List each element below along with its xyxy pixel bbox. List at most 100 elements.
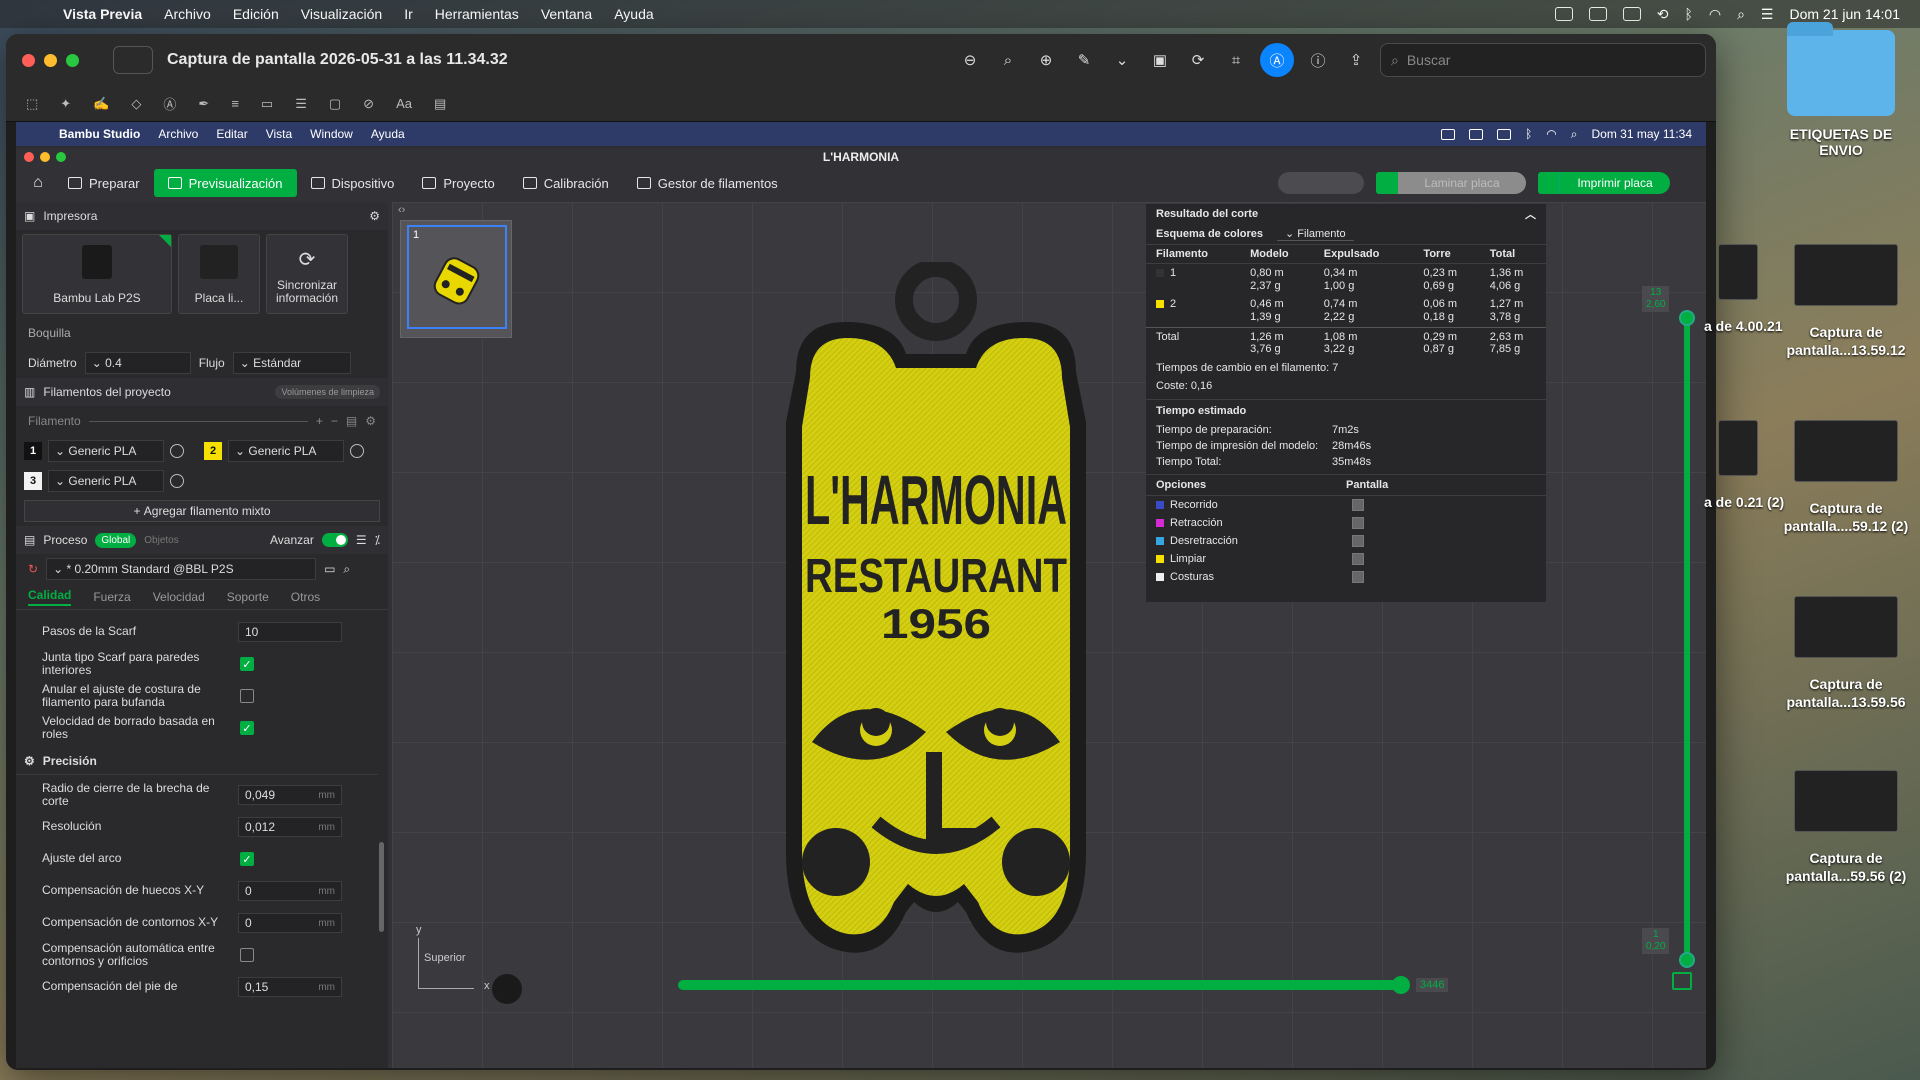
advanced-toggle[interactable]: [321, 533, 348, 547]
setting-input[interactable]: 10: [238, 622, 342, 642]
sidebar-toggle-button[interactable]: [113, 46, 153, 74]
setting-checkbox[interactable]: [240, 689, 254, 703]
screen-mirror-icon[interactable]: [1554, 7, 1573, 21]
remove-filament-icon[interactable]: [170, 444, 184, 458]
process-preset-select[interactable]: ⌄ * 0.20mm Standard @BBL P2S: [46, 558, 317, 580]
menu-edicion[interactable]: Edición: [222, 6, 290, 22]
3d-viewport[interactable]: ‹› 1 L'HARMONIA RESTAURANT 1956 Resultad…: [392, 202, 1706, 1068]
save-preset-icon[interactable]: ▭: [324, 562, 335, 576]
display-checkbox[interactable]: [1352, 552, 1364, 565]
share-icon[interactable]: ⇪: [1342, 46, 1370, 74]
layers-icon[interactable]: [1672, 972, 1692, 990]
zoom-fit-icon[interactable]: ⌕: [994, 46, 1022, 74]
filament-select[interactable]: ⌄ Generic PLA: [48, 470, 164, 492]
tab-soporte[interactable]: Soporte: [227, 590, 269, 604]
zoom-button[interactable]: [66, 53, 79, 67]
wifi-icon[interactable]: ◠: [1709, 6, 1721, 23]
tab-otros[interactable]: Otros: [291, 590, 320, 604]
objects-toggle[interactable]: Objetos: [144, 535, 178, 546]
layer-slider[interactable]: [1684, 318, 1690, 958]
setting-checkbox[interactable]: [240, 948, 254, 962]
display-checkbox[interactable]: [1352, 534, 1364, 547]
view-mode-toggle[interactable]: [1278, 172, 1364, 194]
purge-volumes-button[interactable]: Volúmenes de limpieza: [275, 385, 380, 399]
color-scheme-select[interactable]: ⌄ Filamento: [1277, 227, 1354, 241]
gear-icon[interactable]: ⚙: [369, 209, 380, 223]
setting-input[interactable]: 0,049 mm: [238, 785, 342, 805]
reset-icon[interactable]: ↻: [28, 562, 38, 576]
font-icon[interactable]: Aa: [396, 96, 412, 111]
close-button[interactable]: [22, 53, 35, 67]
tab-calidad[interactable]: Calidad: [28, 588, 72, 606]
search-field[interactable]: ⌕ Buscar: [1380, 43, 1706, 77]
tab-gestor-filamentos[interactable]: Gestor de filamentos: [623, 169, 792, 197]
tab-proyecto[interactable]: Proyecto: [408, 169, 508, 197]
remove-icon[interactable]: −: [331, 414, 338, 428]
menu-visualizacion[interactable]: Visualización: [290, 6, 393, 22]
zoom-out-icon[interactable]: ⊖: [956, 46, 984, 74]
search-settings-icon[interactable]: ⌕: [343, 562, 350, 577]
auto-match-icon[interactable]: ▤: [346, 414, 357, 428]
menu-ventana[interactable]: Ventana: [530, 6, 603, 22]
creative-cloud-icon[interactable]: [1588, 7, 1607, 21]
shapes-icon[interactable]: ◇: [131, 96, 141, 112]
desktop-file[interactable]: Captura de pantalla...13.59.56: [1776, 596, 1916, 711]
menu-ayuda[interactable]: Ayuda: [603, 6, 664, 22]
minimize-button[interactable]: [44, 53, 57, 67]
collapse-thumbnails-icon[interactable]: ‹›: [398, 204, 405, 216]
annotate-icon[interactable]: ▤: [434, 96, 446, 112]
screenshot-camera-icon[interactable]: [492, 974, 522, 1004]
list-icon[interactable]: ☰: [356, 533, 367, 547]
diameter-select[interactable]: ⌄ 0.4: [84, 352, 191, 374]
desktop-file-partial[interactable]: a de 0.21 (2): [1704, 420, 1784, 512]
bluetooth-icon[interactable]: ᛒ: [1684, 6, 1692, 22]
setting-checkbox[interactable]: ✓: [240, 721, 254, 735]
slice-plate-button[interactable]: Laminar placa: [1376, 172, 1526, 194]
move-slider-handle[interactable]: [1392, 976, 1410, 994]
add-mixed-filament-button[interactable]: + Agregar filamento mixto: [24, 500, 380, 522]
print-dropdown-icon[interactable]: [1538, 172, 1560, 194]
filament-select[interactable]: ⌄ Generic PLA: [228, 440, 344, 462]
desktop-file[interactable]: Captura de pantalla...13.59.12: [1776, 244, 1916, 359]
setting-checkbox[interactable]: ✓: [240, 852, 254, 866]
tab-dispositivo[interactable]: Dispositivo: [297, 169, 409, 197]
sync-info-button[interactable]: ⟳ Sincronizar información: [266, 234, 348, 314]
setting-input[interactable]: 0,012 mm: [238, 817, 342, 837]
border-color-icon[interactable]: ▢: [329, 96, 341, 112]
filament-select[interactable]: ⌄ Generic PLA: [48, 440, 164, 462]
selection-tool-icon[interactable]: ⬚: [26, 96, 38, 112]
remove-filament-icon[interactable]: [350, 444, 364, 458]
app-menu[interactable]: Vista Previa: [52, 6, 153, 22]
tab-previsualizacion[interactable]: Previsualización: [153, 169, 297, 197]
filament-number[interactable]: 3: [24, 472, 42, 490]
desktop-file[interactable]: Captura de pantalla....59.12 (2): [1776, 420, 1916, 535]
crop-icon[interactable]: ⌗: [1222, 46, 1250, 74]
line-style-icon[interactable]: ☰: [295, 96, 307, 112]
filament-number[interactable]: 1: [24, 442, 42, 460]
plate-thumbnail[interactable]: 1: [400, 220, 512, 338]
sketch-icon[interactable]: ✍: [93, 96, 109, 112]
collapse-icon[interactable]: ︿: [1525, 206, 1536, 222]
tab-preparar[interactable]: Preparar: [54, 169, 154, 197]
setting-input[interactable]: 0,15 mm: [238, 977, 342, 997]
chevron-down-icon[interactable]: ⌄: [1108, 46, 1136, 74]
app-status-icon[interactable]: [1622, 7, 1641, 21]
menu-archivo[interactable]: Archivo: [153, 6, 222, 22]
print-plate-button[interactable]: Imprimir placa: [1538, 172, 1670, 194]
zoom-in-icon[interactable]: ⊕: [1032, 46, 1060, 74]
tab-fuerza[interactable]: Fuerza: [93, 590, 130, 604]
menubar-clock[interactable]: Dom 21 jun 14:01: [1789, 6, 1900, 22]
compare-icon[interactable]: ⁒: [375, 533, 380, 547]
image-adjust-icon[interactable]: ▣: [1146, 46, 1174, 74]
menu-herramientas[interactable]: Herramientas: [424, 6, 530, 22]
model-preview[interactable]: L'HARMONIA RESTAURANT 1956: [726, 262, 1146, 1002]
info-icon[interactable]: ⓘ: [1304, 46, 1332, 74]
display-checkbox[interactable]: [1352, 498, 1364, 511]
setting-checkbox[interactable]: ✓: [240, 657, 254, 671]
printer-select-card[interactable]: Bambu Lab P2S: [22, 234, 172, 314]
flow-select[interactable]: ⌄ Estándar: [232, 352, 351, 374]
rotate-icon[interactable]: ⟳: [1184, 46, 1212, 74]
tab-calibracion[interactable]: Calibración: [509, 169, 623, 197]
spotlight-icon[interactable]: ⌕: [1737, 6, 1745, 23]
markup-pen-icon[interactable]: ✎: [1070, 46, 1098, 74]
